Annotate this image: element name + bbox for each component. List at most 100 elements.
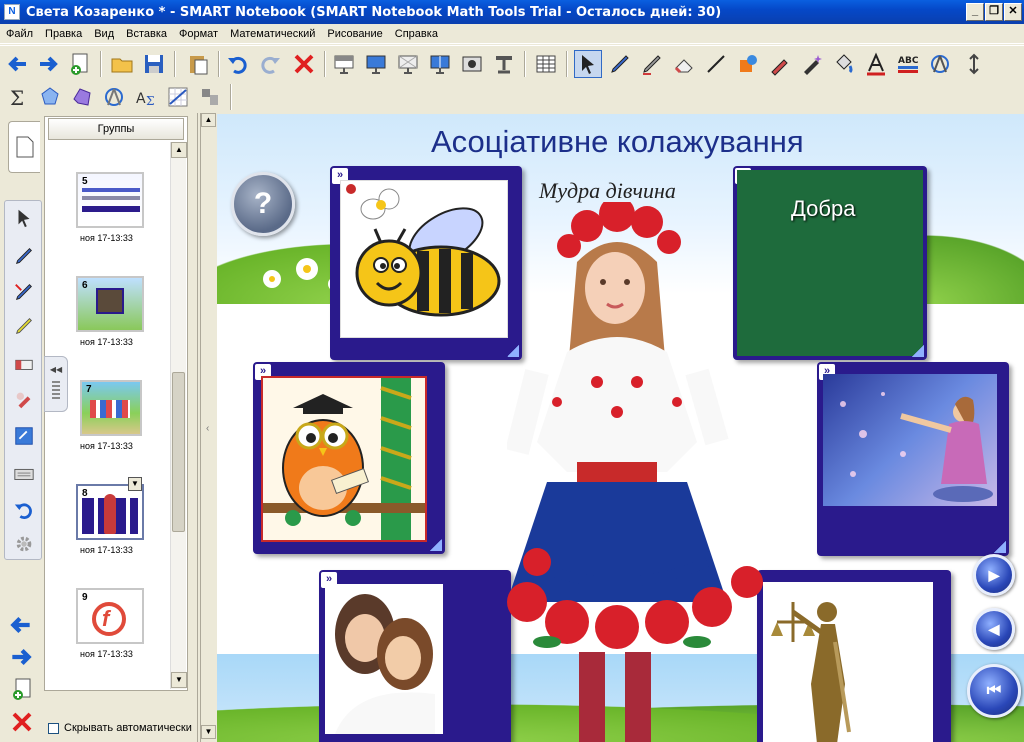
math-tools-icon[interactable]	[196, 83, 224, 111]
collapse-tab[interactable]: ◀◀	[44, 356, 68, 412]
compass-icon[interactable]	[926, 50, 954, 78]
redo-icon[interactable]	[256, 50, 284, 78]
document-camera-icon[interactable]	[490, 50, 518, 78]
dual-page-icon[interactable]	[426, 50, 454, 78]
svg-text:ABC: ABC	[898, 56, 919, 66]
page-thumbnail-8[interactable]: 8	[76, 484, 144, 540]
creative-pen-icon[interactable]	[638, 50, 666, 78]
resize-corner-icon[interactable]	[994, 541, 1006, 553]
previous-slide-button[interactable]: ◀	[973, 608, 1015, 650]
menu-edit[interactable]: Правка	[39, 28, 88, 40]
paste-icon[interactable]	[184, 50, 212, 78]
next-slide-button[interactable]: ▶	[973, 554, 1015, 596]
menu-help[interactable]: Справка	[389, 28, 444, 40]
eraser-icon[interactable]	[11, 351, 37, 377]
help-button[interactable]: ?	[231, 172, 295, 236]
delete-page-icon[interactable]	[10, 710, 34, 734]
select-icon[interactable]	[11, 205, 37, 231]
page-menu-dropdown[interactable]: ▼	[128, 477, 142, 491]
magic-pen-icon[interactable]	[766, 50, 794, 78]
highlighter-icon[interactable]	[11, 313, 37, 339]
page-sorter-tab[interactable]	[8, 121, 40, 173]
pen-icon[interactable]	[606, 50, 634, 78]
page-thumbnail-7[interactable]: 7	[80, 380, 142, 436]
hide-automatically-checkbox[interactable]: Скрывать автоматически	[48, 720, 194, 736]
first-slide-button[interactable]: ⏮	[967, 664, 1021, 718]
delete-icon[interactable]	[290, 50, 318, 78]
menu-view[interactable]: Вид	[88, 28, 120, 40]
add-page-icon[interactable]	[66, 50, 94, 78]
add-page-icon[interactable]	[10, 676, 34, 702]
menu-file[interactable]: Файл	[0, 28, 39, 40]
pen-icon[interactable]	[11, 243, 37, 269]
shape-pen-icon[interactable]	[798, 50, 826, 78]
rewind-icon: ⏮	[986, 682, 1002, 699]
page-thumbnail-6[interactable]: 6	[76, 276, 144, 332]
splitter-grip[interactable]: ‹	[206, 423, 209, 434]
text-icon[interactable]	[862, 50, 890, 78]
next-arrow-icon: ▶	[988, 566, 1000, 583]
open-folder-icon[interactable]	[108, 50, 136, 78]
back-arrow-icon[interactable]	[4, 50, 32, 78]
properties-icon[interactable]: ABC	[894, 50, 922, 78]
slide-title[interactable]: Асоціативне колажування	[431, 124, 804, 160]
undo-icon[interactable]	[224, 50, 252, 78]
move-toolbar-icon[interactable]	[960, 50, 988, 78]
shapes-icon[interactable]	[734, 50, 762, 78]
minimize-button[interactable]: _	[966, 3, 984, 21]
slide-canvas[interactable]: Асоціативне колажування Мудра дівчина ? …	[217, 114, 1024, 742]
slide-subtitle[interactable]: Мудра дівчина	[539, 178, 676, 204]
next-page-icon[interactable]	[8, 644, 34, 670]
forward-arrow-icon[interactable]	[34, 50, 62, 78]
regular-polygon-icon[interactable]	[36, 83, 64, 111]
scroll-down-arrow[interactable]: ▼	[171, 672, 187, 688]
scroll-thumb[interactable]	[172, 372, 185, 532]
menu-draw[interactable]: Рисование	[321, 28, 388, 40]
full-screen-icon[interactable]	[362, 50, 390, 78]
capture-icon[interactable]	[458, 50, 486, 78]
geometry-icon[interactable]	[100, 83, 128, 111]
undo-icon[interactable]	[11, 497, 37, 523]
pen-red-icon[interactable]	[11, 279, 37, 305]
line-icon[interactable]	[702, 50, 730, 78]
magic-pen-icon[interactable]	[11, 387, 37, 413]
graph-icon[interactable]	[164, 83, 192, 111]
resize-corner-icon[interactable]	[430, 539, 442, 551]
splitter[interactable]: ▲ ‹ ▼	[200, 113, 216, 742]
menu-insert[interactable]: Вставка	[120, 28, 173, 40]
groups-button[interactable]: Группы	[48, 118, 184, 140]
sum-icon[interactable]: Σ	[4, 83, 32, 111]
close-button[interactable]: ✕	[1004, 3, 1022, 21]
equation-icon[interactable]: AΣ	[132, 83, 160, 111]
answer-text[interactable]: Добра	[791, 196, 855, 222]
sorter-scrollbar[interactable]: ▲ ▼	[170, 142, 187, 689]
notes-icon[interactable]	[11, 423, 37, 449]
scroll-up-arrow[interactable]: ▲	[201, 113, 216, 127]
scroll-up-arrow[interactable]: ▲	[171, 142, 187, 158]
checkbox-box[interactable]	[48, 722, 59, 734]
eraser-icon[interactable]	[670, 50, 698, 78]
resize-corner-icon[interactable]	[912, 345, 924, 357]
scroll-down-arrow[interactable]: ▼	[201, 725, 216, 739]
menu-math[interactable]: Математический	[224, 28, 321, 40]
bee-icon	[346, 184, 501, 317]
save-icon[interactable]	[140, 50, 168, 78]
irregular-polygon-icon[interactable]	[68, 83, 96, 111]
card-owl[interactable]: »	[253, 362, 445, 554]
transparent-background-icon[interactable]	[394, 50, 422, 78]
keyboard-icon[interactable]	[11, 461, 37, 487]
select-icon[interactable]	[574, 50, 602, 78]
card-fairy[interactable]: »	[817, 362, 1009, 556]
page-thumbnail-5[interactable]: 5	[76, 172, 144, 228]
gear-icon[interactable]	[11, 531, 37, 557]
page-thumbnail-9[interactable]: f 9	[76, 588, 144, 644]
screen-shade-icon[interactable]	[330, 50, 358, 78]
mother-daughter-image	[325, 584, 443, 734]
menu-format[interactable]: Формат	[173, 28, 224, 40]
restore-button[interactable]: ❐	[985, 3, 1003, 21]
card-mother-daughter[interactable]: »	[319, 570, 511, 742]
table-icon[interactable]	[532, 50, 560, 78]
previous-page-icon[interactable]	[8, 612, 34, 638]
card-bee[interactable]: »	[330, 166, 522, 360]
fill-icon[interactable]	[830, 50, 858, 78]
